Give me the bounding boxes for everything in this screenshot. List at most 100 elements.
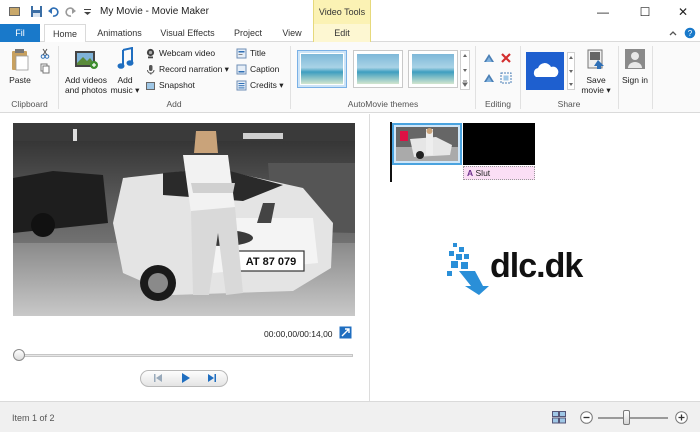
video-preview[interactable]: AT 87 079 (13, 123, 355, 316)
preview-frame-image: AT 87 079 (13, 123, 355, 316)
tab-visual-effects[interactable]: Visual Effects (155, 24, 220, 42)
play-icon (182, 373, 190, 383)
movie-maker-window: My Movie - Movie Maker Video Tools — ☐ ✕… (0, 0, 700, 432)
clipboard-group-label: Clipboard (11, 99, 48, 109)
preview-pane: AT 87 079 00:00,00/00:14,00 (0, 114, 370, 401)
ribbon-divider (58, 46, 59, 109)
paste-icon[interactable] (10, 48, 30, 72)
ribbon-divider (290, 46, 291, 109)
customize-qat-icon[interactable] (81, 5, 94, 18)
seek-slider-thumb[interactable] (13, 349, 25, 361)
ribbon-divider (618, 46, 619, 109)
close-button[interactable]: ✕ (666, 0, 700, 24)
window-title: My Movie - Movie Maker (100, 6, 209, 17)
copy-icon[interactable] (40, 63, 50, 74)
seek-track[interactable] (14, 354, 353, 357)
previous-frame-button[interactable] (145, 372, 171, 386)
fullscreen-icon[interactable] (339, 326, 352, 339)
caption-item[interactable]: A Slut (463, 166, 535, 180)
remove-icon[interactable] (500, 52, 512, 64)
theme-thumbnail-2[interactable] (353, 50, 403, 88)
clip-thumbnail (396, 127, 458, 161)
theme-thumbnail-3[interactable] (408, 50, 458, 88)
previous-frame-icon (154, 374, 162, 382)
themes-gallery-scroll[interactable] (460, 50, 470, 90)
maximize-button[interactable]: ☐ (628, 0, 662, 24)
title-icon (236, 48, 247, 59)
next-frame-button[interactable] (199, 372, 225, 386)
credits-button[interactable]: Credits ▾ (236, 78, 284, 93)
caption-text: Slut (475, 168, 491, 178)
add-music-icon[interactable] (117, 47, 135, 71)
tab-edit[interactable]: Edit (313, 24, 371, 42)
ribbon-divider (652, 46, 653, 109)
editing-group-label: Editing (485, 99, 511, 109)
storyboard-pane: A Slut dlc.dk (372, 114, 700, 401)
theme-thumbnail-1[interactable] (297, 50, 347, 88)
title-button[interactable]: Title (236, 46, 266, 61)
save-movie-icon[interactable] (586, 48, 606, 70)
status-bar: Item 1 of 2 (0, 401, 700, 432)
ribbon: Paste Clipboard Add videos and photos Ad… (0, 42, 700, 113)
ribbon-divider (520, 46, 521, 109)
onedrive-share-button[interactable] (526, 52, 564, 90)
caption-label: Caption (250, 64, 280, 74)
app-icon (9, 7, 20, 16)
caption-button[interactable]: Caption (236, 62, 279, 77)
tab-file[interactable]: Fil (0, 24, 40, 42)
webcam-icon (146, 49, 155, 59)
snapshot-icon (146, 82, 155, 91)
webcam-video-button[interactable]: Webcam video (145, 46, 215, 61)
gallery-scroll-arrows-icon (569, 56, 573, 86)
storyboard-clip-2-black[interactable] (463, 123, 535, 165)
add-music-button[interactable]: Add music ▾ (109, 75, 141, 95)
sign-in-button[interactable]: Sign in (620, 75, 650, 85)
ribbon-tabs: Fil Home Animations Visual Effects Proje… (0, 24, 700, 43)
save-movie-label: Save movie (581, 75, 606, 95)
zoom-track[interactable] (598, 417, 668, 419)
credits-icon (236, 80, 247, 91)
help-icon[interactable]: ? (684, 27, 696, 39)
add-videos-button[interactable]: Add videos and photos (61, 75, 111, 95)
tab-project[interactable]: Project (226, 24, 270, 42)
thumbnail-size-icon[interactable] (552, 411, 566, 424)
tab-animations[interactable]: Animations (92, 24, 147, 42)
cut-icon[interactable] (40, 48, 50, 59)
gallery-scroll-arrows-icon (462, 54, 468, 87)
zoom-slider-thumb[interactable] (623, 410, 631, 425)
collapse-ribbon-icon[interactable] (668, 28, 678, 38)
add-videos-icon[interactable] (74, 48, 98, 70)
play-button[interactable] (172, 372, 198, 386)
share-group-label: Share (557, 99, 581, 109)
microphone-icon (147, 65, 155, 75)
zoom-out-icon[interactable] (580, 411, 593, 424)
credits-label: Credits (250, 80, 277, 90)
save-movie-button[interactable]: Save movie ▾ (578, 75, 614, 95)
record-narration-label: Record narration (159, 64, 223, 74)
storyboard-clip-1[interactable] (392, 123, 462, 165)
add-group-label: Add (166, 99, 182, 109)
rotate-left-icon[interactable] (483, 52, 495, 64)
sign-in-icon[interactable] (624, 48, 646, 70)
zoom-in-icon[interactable] (675, 411, 688, 424)
ribbon-divider (475, 46, 476, 109)
dlc-logo-pixel-arrow-icon (447, 243, 489, 295)
redo-icon[interactable] (64, 5, 77, 18)
paste-button[interactable]: Paste (4, 75, 36, 85)
rotate-right-icon[interactable] (483, 72, 495, 84)
save-icon[interactable] (30, 5, 43, 18)
tab-view[interactable]: View (276, 24, 308, 42)
share-gallery-scroll[interactable] (567, 52, 575, 90)
automovie-themes-group-label: AutoMovie themes (347, 99, 419, 109)
undo-icon[interactable] (47, 5, 60, 18)
snapshot-button[interactable]: Snapshot (145, 78, 195, 93)
dlc-logo-text: dlc.dk (490, 247, 583, 285)
license-plate: AT 87 079 (246, 256, 297, 268)
record-narration-button[interactable]: Record narration ▾ (145, 62, 229, 77)
tab-home[interactable]: Home (44, 24, 86, 43)
title-bar: My Movie - Movie Maker Video Tools — ☐ ✕ (0, 0, 700, 24)
next-frame-icon (208, 374, 216, 382)
select-all-icon[interactable] (500, 72, 512, 84)
caption-a-icon: A (467, 168, 474, 178)
minimize-button[interactable]: — (586, 0, 620, 24)
